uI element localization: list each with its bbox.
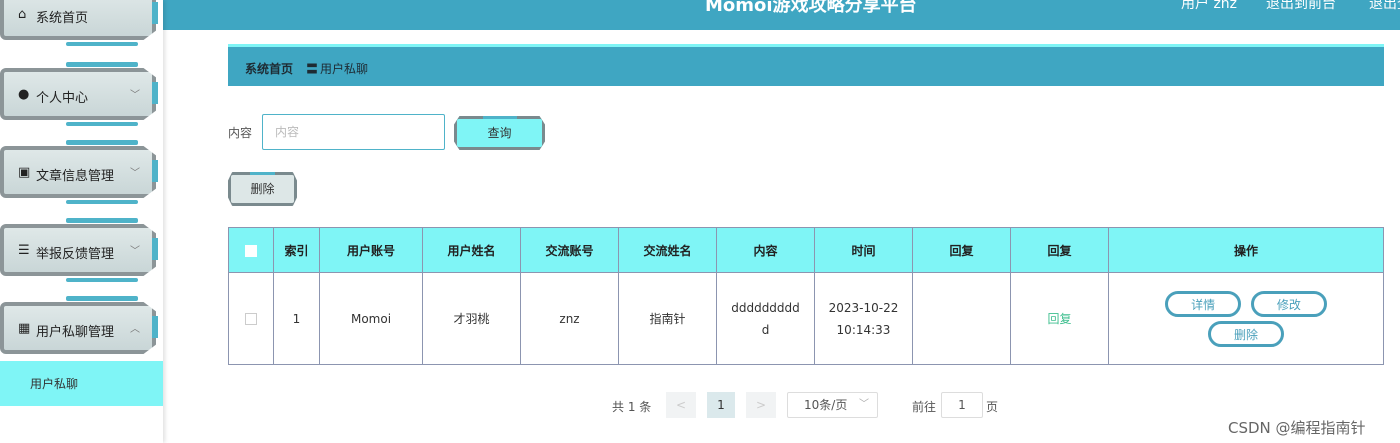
breadcrumb: 系统首页 〓 用户私聊 bbox=[228, 44, 1384, 86]
table-header-row: 索引 用户账号 用户姓名 交流账号 交流姓名 内容 时间 回复 回复 操作 bbox=[228, 227, 1384, 273]
user-icon: ● bbox=[18, 87, 30, 102]
column-header: 操作 bbox=[1108, 227, 1384, 273]
column-header: 索引 bbox=[273, 227, 320, 273]
list-icon: ☰ bbox=[18, 243, 30, 258]
cell-user-name: 才羽桃 bbox=[422, 272, 521, 365]
select-all-header[interactable] bbox=[228, 227, 274, 273]
batch-delete-label: 删除 bbox=[250, 182, 275, 196]
table-row: 1 Momoi 才羽桃 znz 指南针 dddddddddd 2023-10-2… bbox=[228, 272, 1384, 365]
content-search-input[interactable] bbox=[262, 114, 445, 150]
cell-index: 1 bbox=[273, 272, 320, 365]
column-header: 回复 bbox=[1010, 227, 1109, 273]
home-icon: ⌂ bbox=[18, 7, 27, 22]
detail-button[interactable]: 详情 bbox=[1165, 290, 1242, 317]
sidebar-item-personal-center[interactable]: ● 个人中心 ﹀ bbox=[0, 62, 158, 126]
row-checkbox[interactable] bbox=[245, 313, 257, 325]
clipboard-icon: ▣ bbox=[18, 165, 31, 180]
sidebar-subitem-label: 用户私聊 bbox=[30, 377, 79, 391]
sidebar-item-report-feedback[interactable]: ☰ 举报反馈管理 ﹀ bbox=[0, 218, 158, 282]
batch-delete-button[interactable]: 删除 bbox=[228, 172, 297, 206]
query-button-label: 查询 bbox=[487, 126, 512, 140]
edit-button[interactable]: 修改 bbox=[1250, 290, 1327, 317]
column-header: 时间 bbox=[814, 227, 913, 273]
prev-page-button[interactable]: < bbox=[666, 392, 696, 418]
page-size-select[interactable]: 10条/页 ﹀ bbox=[787, 392, 878, 418]
sidebar-item-label: 举报反馈管理 bbox=[36, 247, 115, 262]
sidebar-item-private-chat-management[interactable]: ▦ 用户私聊管理 ︿ bbox=[0, 296, 158, 360]
chevron-down-icon: ﹀ bbox=[130, 246, 140, 257]
next-page-button[interactable]: > bbox=[746, 392, 776, 418]
search-label: 内容 bbox=[228, 126, 253, 140]
breadcrumb-separator: 〓 bbox=[306, 62, 319, 76]
cell-contact-account: znz bbox=[520, 272, 619, 365]
current-user: 用户 znz bbox=[1181, 0, 1238, 12]
sidebar-item-home[interactable]: ⌂ 系统首页 bbox=[0, 0, 158, 46]
pagination-total: 共 1 条 bbox=[612, 400, 652, 414]
cell-time: 2023-10-22 10:14:33 bbox=[828, 300, 899, 337]
app-title: Momoi游戏攻略分享平台 bbox=[705, 0, 917, 16]
reply-link[interactable]: 回复 bbox=[1047, 312, 1071, 326]
cell-content: dddddddddd bbox=[731, 300, 800, 337]
goto-label: 前往 bbox=[912, 400, 937, 414]
sidebar-item-article-management[interactable]: ▣ 文章信息管理 ﹀ bbox=[0, 140, 158, 204]
page-number-button[interactable]: 1 bbox=[707, 392, 735, 418]
goto-suffix: 页 bbox=[986, 400, 999, 414]
sidebar-item-label: 个人中心 bbox=[36, 91, 89, 106]
delete-button[interactable]: 删除 bbox=[1208, 320, 1284, 347]
sidebar-item-label: 文章信息管理 bbox=[36, 169, 115, 184]
chevron-up-icon: ︿ bbox=[130, 324, 140, 335]
grid-icon: ▦ bbox=[18, 321, 31, 336]
sidebar-subitem-private-chat[interactable]: 用户私聊 bbox=[0, 361, 163, 406]
query-button[interactable]: 查询 bbox=[454, 116, 545, 150]
back-to-frontend-link[interactable]: 退出到前台 bbox=[1266, 0, 1336, 13]
sidebar-item-label: 系统首页 bbox=[36, 11, 89, 26]
chevron-down-icon: ﹀ bbox=[130, 168, 140, 179]
column-header: 回复 bbox=[912, 227, 1011, 273]
column-header: 用户姓名 bbox=[422, 227, 521, 273]
column-header: 交流账号 bbox=[520, 227, 619, 273]
cell-user-account: Momoi bbox=[319, 272, 423, 365]
top-header: Momoi游戏攻略分享平台 用户 znz 退出到前台 退出登录 bbox=[163, 0, 1400, 30]
private-chat-table: 索引 用户账号 用户姓名 交流账号 交流姓名 内容 时间 回复 回复 操作 1 … bbox=[228, 227, 1384, 365]
page-size-value: 10条/页 bbox=[804, 398, 848, 412]
select-all-checkbox[interactable] bbox=[245, 244, 257, 257]
breadcrumb-current: 用户私聊 bbox=[320, 62, 369, 76]
watermark: CSDN @编程指南针 bbox=[1228, 419, 1366, 437]
chevron-down-icon: ﹀ bbox=[130, 90, 140, 101]
sidebar: ⌂ 系统首页 ● 个人中心 ﹀ ▣ 文章信息管理 ﹀ ☰ 举报反馈管理 ﹀ ▦ … bbox=[0, 0, 163, 443]
column-header: 内容 bbox=[716, 227, 815, 273]
sidebar-item-label: 用户私聊管理 bbox=[36, 325, 115, 340]
cell-reply bbox=[912, 272, 1011, 365]
chevron-down-icon: ﹀ bbox=[859, 399, 869, 410]
column-header: 用户账号 bbox=[319, 227, 423, 273]
cell-contact-name: 指南针 bbox=[618, 272, 717, 365]
logout-link[interactable]: 退出登录 bbox=[1369, 0, 1400, 13]
breadcrumb-home[interactable]: 系统首页 bbox=[245, 60, 293, 77]
goto-page-input[interactable]: 1 bbox=[941, 392, 983, 418]
column-header: 交流姓名 bbox=[618, 227, 717, 273]
